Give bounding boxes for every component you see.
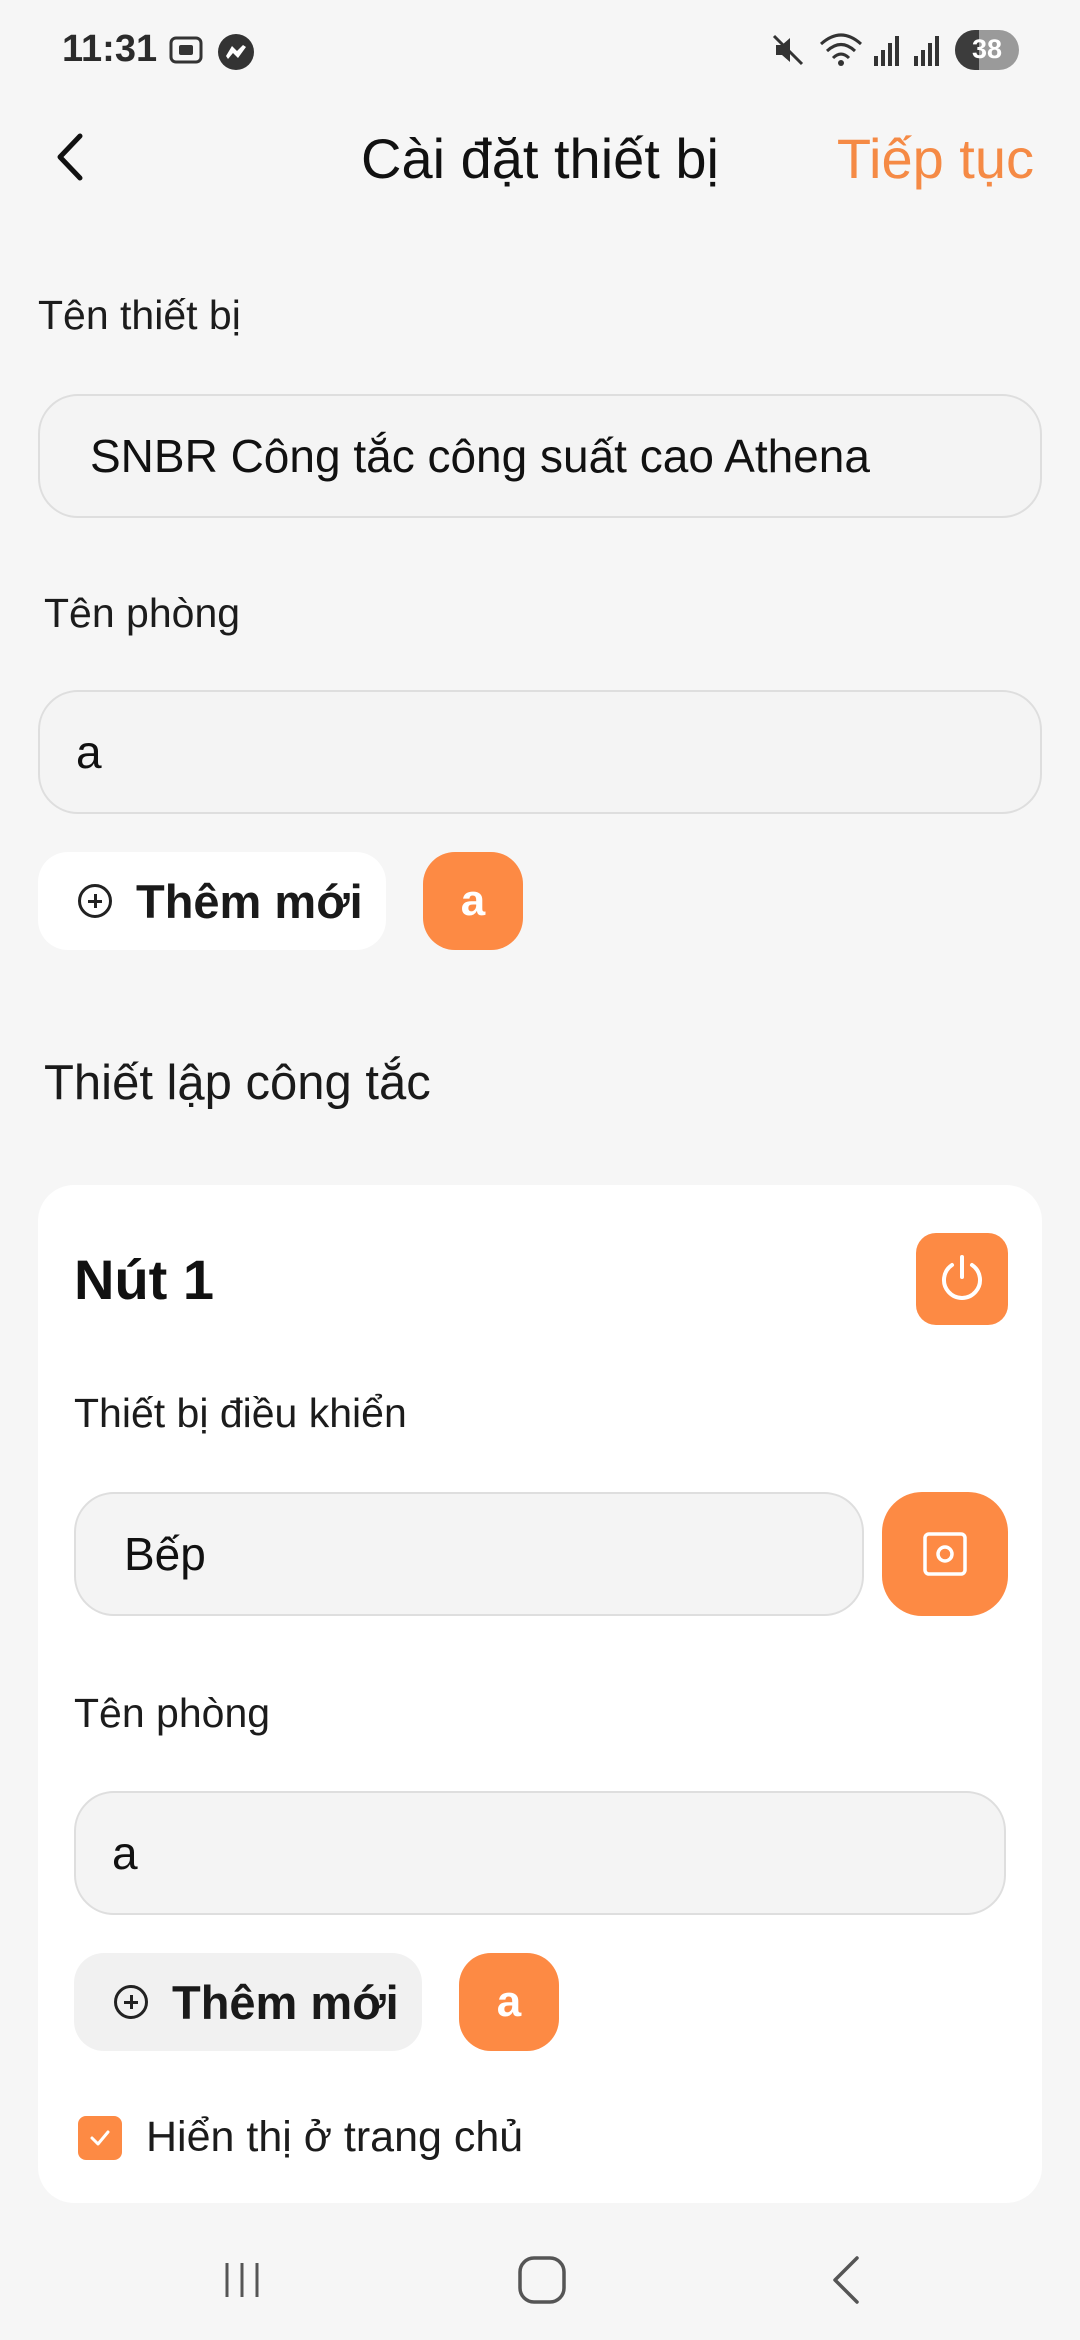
room-name-label: Tên phòng — [44, 590, 241, 636]
recent-apps-button[interactable] — [212, 2250, 272, 2310]
device-settings-screen: 11:31 38 Cài đặt thiết bị Tiếp tục Tên t… — [0, 0, 1080, 2340]
recent-apps-icon — [225, 2263, 259, 2297]
device-name-value: SNBR Công tắc công suất cao Athena — [90, 430, 870, 482]
screenshot-icon — [168, 32, 204, 73]
control-device-field[interactable]: Bếp — [74, 1492, 864, 1616]
signal-icon — [912, 32, 942, 73]
button-room-field[interactable]: a — [74, 1791, 1006, 1915]
switch-settings-title: Thiết lập công tắc — [44, 1056, 431, 1110]
control-device-label: Thiết bị điều khiển — [74, 1390, 407, 1436]
device-name-label: Tên thiết bị — [38, 292, 241, 338]
status-bar: 11:31 38 — [0, 0, 1080, 100]
messenger-icon — [216, 32, 256, 77]
plus-circle-icon — [114, 1985, 148, 2019]
system-back-button[interactable] — [818, 2250, 878, 2310]
battery-level: 38 — [971, 34, 1003, 64]
add-room-button[interactable]: Thêm mới — [38, 852, 386, 950]
room-name-value: a — [76, 726, 102, 778]
battery-indicator: 38 — [955, 30, 1019, 70]
room-chip[interactable]: a — [423, 852, 523, 950]
add-button-room-label: Thêm mới — [172, 1975, 399, 2029]
power-button[interactable] — [916, 1233, 1008, 1325]
system-nav-bar — [0, 2210, 1080, 2340]
add-button-room-button[interactable]: Thêm mới — [74, 1953, 422, 2051]
power-icon — [942, 1255, 982, 1300]
show-on-home-label: Hiển thị ở trang chủ — [146, 2113, 524, 2161]
status-time: 11:31 — [62, 28, 158, 70]
continue-button[interactable]: Tiếp tục — [837, 126, 1034, 191]
signal-icon — [872, 32, 902, 73]
select-device-button[interactable] — [882, 1492, 1008, 1616]
home-icon — [518, 2256, 566, 2304]
device-select-icon — [923, 1532, 967, 1576]
plus-circle-icon — [78, 884, 112, 918]
home-button[interactable] — [512, 2250, 572, 2310]
button-room-value: a — [112, 1827, 138, 1879]
button-room-label: Tên phòng — [74, 1690, 271, 1736]
add-room-label: Thêm mới — [136, 874, 363, 928]
device-name-field[interactable]: SNBR Công tắc công suất cao Athena — [38, 394, 1042, 518]
room-name-field[interactable]: a — [38, 690, 1042, 814]
mute-icon — [770, 32, 806, 73]
wifi-icon — [818, 32, 864, 73]
back-icon — [833, 2256, 859, 2304]
show-on-home-checkbox[interactable] — [78, 2116, 122, 2160]
button-room-chip[interactable]: a — [459, 1953, 559, 2051]
switch-button-card: Nút 1 Thiết bị điều khiển Bếp Tên phòng … — [38, 1185, 1042, 2203]
control-device-value: Bếp — [124, 1528, 206, 1580]
app-header: Cài đặt thiết bị Tiếp tục — [0, 100, 1080, 220]
checkmark-icon — [90, 2130, 110, 2146]
button-title: Nút 1 — [74, 1248, 214, 1311]
